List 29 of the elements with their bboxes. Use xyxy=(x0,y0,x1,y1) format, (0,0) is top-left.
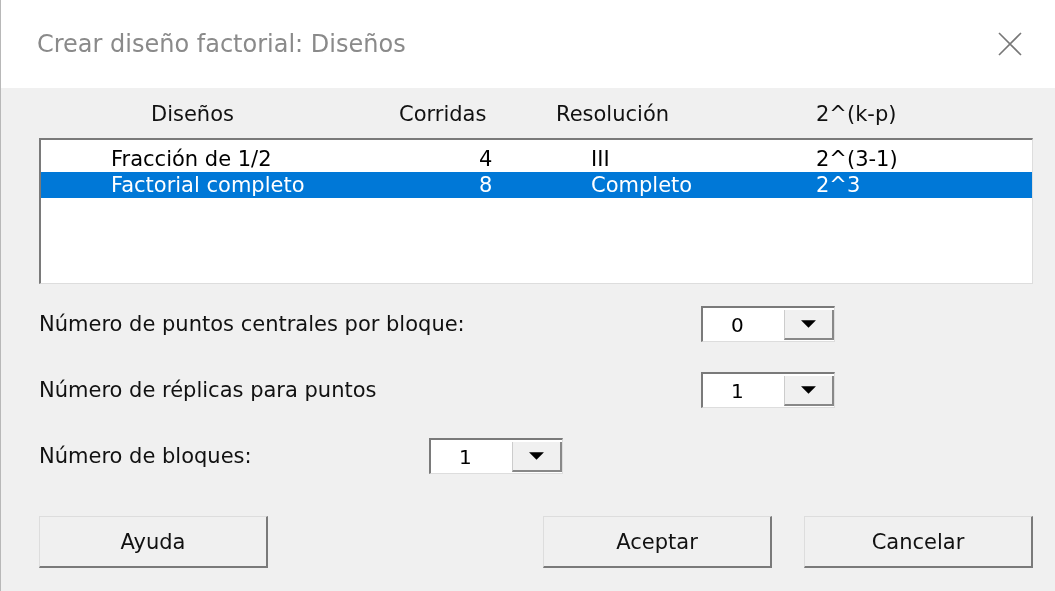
dialog-button[interactable]: Cancelar xyxy=(804,516,1033,568)
column-header: 2^(k-p) xyxy=(816,102,898,126)
designs-list[interactable]: Fracción de 1/2 4 III 2^(3-1) Factorial completo 8 Completo 2^3 xyxy=(39,138,1033,284)
column-header: Corridas xyxy=(399,102,488,126)
list-cell-text: 2^3 xyxy=(816,173,862,197)
dropdown[interactable]: 1 xyxy=(429,438,563,474)
caret-icon xyxy=(784,375,834,406)
list-cell-text: Fracción de 1/2 xyxy=(111,147,273,171)
field-label: Número de puntos centrales por bloque: xyxy=(39,312,466,336)
list-row[interactable]: Factorial completo 8 Completo 2^3 xyxy=(41,172,1032,198)
caret-icon xyxy=(512,441,562,472)
caret-icon xyxy=(784,309,834,340)
list-cell-text: 4 xyxy=(479,147,494,171)
column-header: Resolución xyxy=(556,102,671,126)
close-icon[interactable] xyxy=(997,31,1023,57)
field-label: Número de bloques: xyxy=(39,444,253,468)
list-cell-text: Factorial completo xyxy=(111,173,306,197)
dialog-button[interactable]: Ayuda xyxy=(39,516,268,568)
dropdown[interactable]: 0 xyxy=(701,306,835,342)
field-label: Número de réplicas para puntos xyxy=(39,378,378,402)
list-row[interactable]: Fracción de 1/2 4 III 2^(3-1) xyxy=(41,146,1032,172)
dialog-button[interactable]: Aceptar xyxy=(543,516,772,568)
list-cell-text: 8 xyxy=(479,173,494,197)
column-header: Diseños xyxy=(151,102,235,126)
list-cell-text: Completo xyxy=(591,173,694,197)
dropdown[interactable]: 1 xyxy=(701,372,835,408)
list-cell-text: 2^(3-1) xyxy=(816,147,899,171)
window-title: Crear diseño factorial: Diseños xyxy=(37,30,406,58)
list-cell-text: III xyxy=(591,147,611,171)
